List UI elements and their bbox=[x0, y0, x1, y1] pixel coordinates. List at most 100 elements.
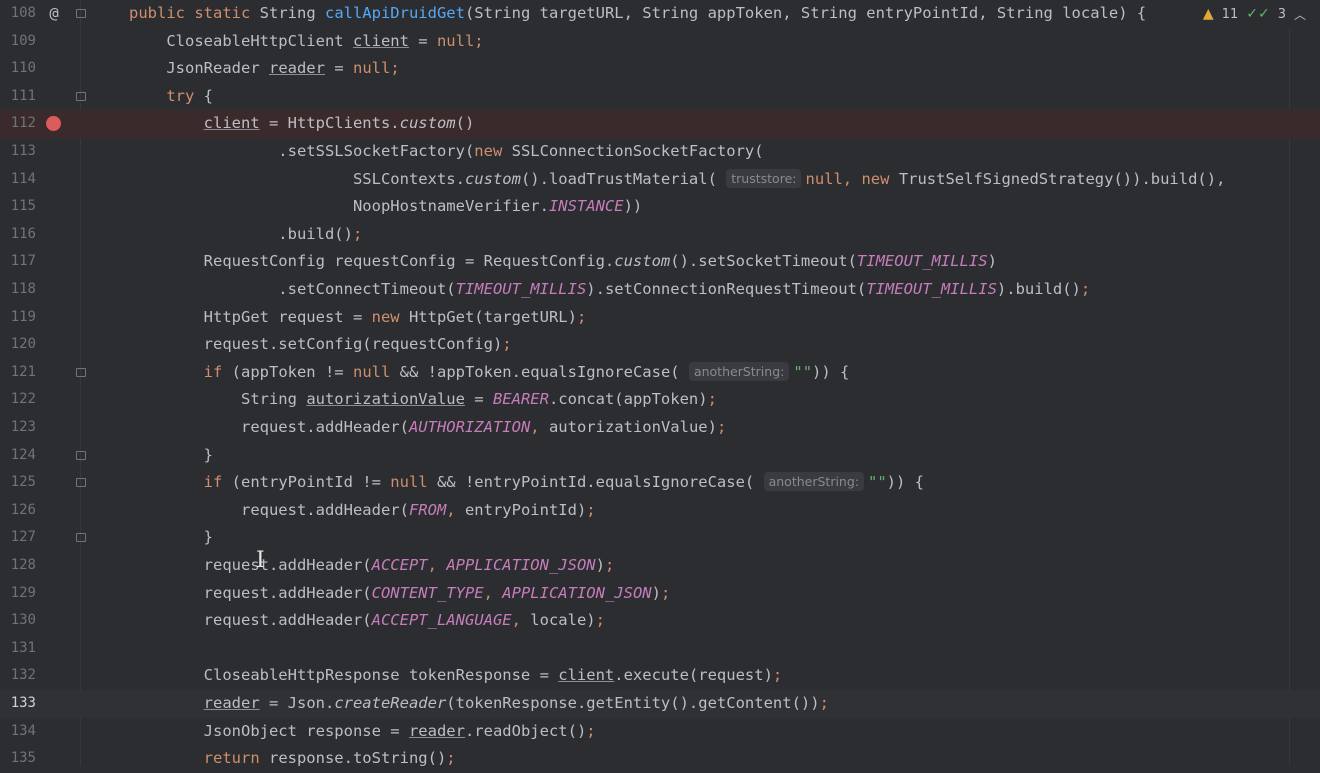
code-text[interactable]: request.addHeader(CONTENT_TYPE, APPLICAT… bbox=[129, 580, 671, 608]
line-number[interactable]: 131 bbox=[0, 635, 36, 663]
line-number[interactable]: 120 bbox=[0, 331, 36, 359]
line-number[interactable]: 129 bbox=[0, 580, 36, 608]
line-number[interactable]: 130 bbox=[0, 607, 36, 635]
code-line[interactable]: 119 HttpGet request = new HttpGet(target… bbox=[0, 304, 1320, 332]
code-line[interactable]: 111 try { bbox=[0, 83, 1320, 111]
code-text[interactable]: String autorizationValue = BEARER.concat… bbox=[129, 386, 717, 414]
code-line[interactable]: 116 .build(); bbox=[0, 221, 1320, 249]
line-number[interactable]: 109 bbox=[0, 28, 36, 56]
code-line[interactable]: 123 request.addHeader(AUTHORIZATION, aut… bbox=[0, 414, 1320, 442]
fold-toggle-icon[interactable] bbox=[76, 91, 86, 102]
code-text[interactable]: .setSSLSocketFactory(new SSLConnectionSo… bbox=[129, 138, 763, 166]
fold-toggle-icon[interactable] bbox=[76, 367, 86, 378]
code-line[interactable]: 132 CloseableHttpResponse tokenResponse … bbox=[0, 662, 1320, 690]
code-text[interactable]: JsonReader reader = null; bbox=[129, 55, 399, 83]
code-line[interactable]: 124 } bbox=[0, 442, 1320, 470]
code-line[interactable]: 109 CloseableHttpClient client = null; bbox=[0, 28, 1320, 56]
code-line[interactable]: 118 .setConnectTimeout(TIMEOUT_MILLIS).s… bbox=[0, 276, 1320, 304]
code-text[interactable]: client = HttpClients.custom() bbox=[129, 110, 475, 138]
fold-toggle-icon[interactable] bbox=[76, 450, 86, 461]
code-line[interactable]: 117 RequestConfig requestConfig = Reques… bbox=[0, 248, 1320, 276]
line-number[interactable]: 119 bbox=[0, 304, 36, 332]
code-text[interactable]: reader = Json.createReader(tokenResponse… bbox=[129, 690, 829, 718]
line-number[interactable]: 108 bbox=[0, 0, 36, 28]
line-number[interactable]: 112 bbox=[0, 110, 36, 138]
override-marker-icon[interactable]: @ bbox=[44, 0, 64, 28]
line-number[interactable]: 111 bbox=[0, 83, 36, 111]
code-line[interactable]: 133 reader = Json.createReader(tokenResp… bbox=[0, 690, 1320, 718]
code-line[interactable]: 122 String autorizationValue = BEARER.co… bbox=[0, 386, 1320, 414]
code-text[interactable]: HttpGet request = new HttpGet(targetURL)… bbox=[129, 304, 587, 332]
code-line[interactable]: 114 SSLContexts.custom().loadTrustMateri… bbox=[0, 166, 1320, 194]
line-number[interactable]: 117 bbox=[0, 248, 36, 276]
code-text[interactable]: request.addHeader(AUTHORIZATION, autoriz… bbox=[129, 414, 726, 442]
line-number[interactable]: 116 bbox=[0, 221, 36, 249]
code-line[interactable]: 127 } bbox=[0, 524, 1320, 552]
code-text[interactable]: JsonObject response = reader.readObject(… bbox=[129, 718, 596, 746]
double-check-icon[interactable]: ✓✓ bbox=[1246, 6, 1269, 22]
code-line[interactable]: 130 request.addHeader(ACCEPT_LANGUAGE, l… bbox=[0, 607, 1320, 635]
line-number[interactable]: 126 bbox=[0, 497, 36, 525]
code-line[interactable]: 121 if (appToken != null && !appToken.eq… bbox=[0, 359, 1320, 387]
code-text[interactable]: SSLContexts.custom().loadTrustMaterial( … bbox=[129, 166, 1225, 194]
line-number[interactable]: 127 bbox=[0, 524, 36, 552]
parameter-hint: anotherString: bbox=[688, 361, 790, 381]
code-text[interactable]: request.addHeader(ACCEPT, APPLICATION_JS… bbox=[129, 552, 615, 580]
inspection-widget[interactable]: ▲ 11 ✓✓ 3 ︿ bbox=[1194, 0, 1306, 28]
code-text[interactable]: } bbox=[129, 442, 213, 470]
code-text[interactable]: NoopHostnameVerifier.INSTANCE)) bbox=[129, 193, 642, 221]
line-number[interactable]: 121 bbox=[0, 359, 36, 387]
code-text[interactable]: try { bbox=[129, 83, 213, 111]
code-text[interactable]: CloseableHttpClient client = null; bbox=[129, 28, 483, 56]
code-line[interactable]: 113 .setSSLSocketFactory(new SSLConnecti… bbox=[0, 138, 1320, 166]
code-text[interactable]: return response.toString(); bbox=[129, 745, 456, 773]
breakpoint-icon[interactable] bbox=[46, 116, 61, 132]
fold-toggle-icon[interactable] bbox=[76, 533, 86, 543]
code-text[interactable]: } bbox=[129, 524, 213, 552]
code-line[interactable]: 128 request.addHeader(ACCEPT, APPLICATIO… bbox=[0, 552, 1320, 580]
code-text[interactable]: .setConnectTimeout(TIMEOUT_MILLIS).setCo… bbox=[129, 276, 1090, 304]
code-editor[interactable]: 108 @ public static String callApiDruidGet… bbox=[0, 0, 1320, 767]
line-number[interactable]: 128 bbox=[0, 552, 36, 580]
line-number[interactable]: 124 bbox=[0, 442, 36, 470]
line-number[interactable]: 114 bbox=[0, 166, 36, 194]
code-line[interactable]: 135 return response.toString(); bbox=[0, 745, 1320, 773]
warnings-count[interactable]: 11 bbox=[1222, 7, 1239, 22]
line-number[interactable]: 110 bbox=[0, 55, 36, 83]
code-text[interactable]: if (entryPointId != null && !entryPointI… bbox=[129, 469, 924, 497]
line-number[interactable]: 123 bbox=[0, 414, 36, 442]
code-text[interactable]: public static String callApiDruidGet(Str… bbox=[129, 0, 1146, 28]
line-number[interactable]: 135 bbox=[0, 745, 36, 773]
line-number[interactable]: 133 bbox=[0, 690, 36, 718]
code-line[interactable]: 108 @ public static String callApiDruidGet… bbox=[0, 0, 1320, 28]
line-number[interactable]: 113 bbox=[0, 138, 36, 166]
code-text[interactable]: CloseableHttpResponse tokenResponse = cl… bbox=[129, 662, 783, 690]
code-text[interactable]: request.setConfig(requestConfig); bbox=[129, 331, 512, 359]
code-text[interactable]: RequestConfig requestConfig = RequestCon… bbox=[129, 248, 997, 276]
warning-triangle-icon[interactable]: ▲ bbox=[1203, 6, 1214, 22]
code-line[interactable]: 110 JsonReader reader = null; bbox=[0, 55, 1320, 83]
code-line[interactable]: 131 bbox=[0, 635, 1320, 663]
code-line[interactable]: 125 if (entryPointId != null && !entryPo… bbox=[0, 469, 1320, 497]
line-number[interactable]: 115 bbox=[0, 193, 36, 221]
parameter-hint: truststore: bbox=[726, 168, 802, 188]
code-line[interactable]: 126 request.addHeader(FROM, entryPointId… bbox=[0, 497, 1320, 525]
line-number[interactable]: 134 bbox=[0, 718, 36, 746]
code-line[interactable]: 112 client = HttpClients.custom() bbox=[0, 110, 1320, 138]
code-line[interactable]: 115 NoopHostnameVerifier.INSTANCE)) bbox=[0, 193, 1320, 221]
code-text[interactable]: .build(); bbox=[129, 221, 362, 249]
line-number[interactable]: 125 bbox=[0, 469, 36, 497]
line-number[interactable]: 132 bbox=[0, 662, 36, 690]
ok-count[interactable]: 3 bbox=[1278, 7, 1286, 22]
chevron-up-icon[interactable]: ︿ bbox=[1294, 6, 1306, 23]
fold-toggle-icon[interactable] bbox=[76, 478, 86, 488]
code-text[interactable]: request.addHeader(FROM, entryPointId); bbox=[129, 497, 596, 525]
line-number[interactable]: 118 bbox=[0, 276, 36, 304]
code-line[interactable]: 129 request.addHeader(CONTENT_TYPE, APPL… bbox=[0, 580, 1320, 608]
fold-toggle-icon[interactable] bbox=[76, 9, 86, 19]
line-number[interactable]: 122 bbox=[0, 386, 36, 414]
code-line[interactable]: 134 JsonObject response = reader.readObj… bbox=[0, 718, 1320, 746]
code-text[interactable]: request.addHeader(ACCEPT_LANGUAGE, local… bbox=[129, 607, 605, 635]
code-line[interactable]: 120 request.setConfig(requestConfig); bbox=[0, 331, 1320, 359]
code-text[interactable]: if (appToken != null && !appToken.equals… bbox=[129, 359, 849, 387]
